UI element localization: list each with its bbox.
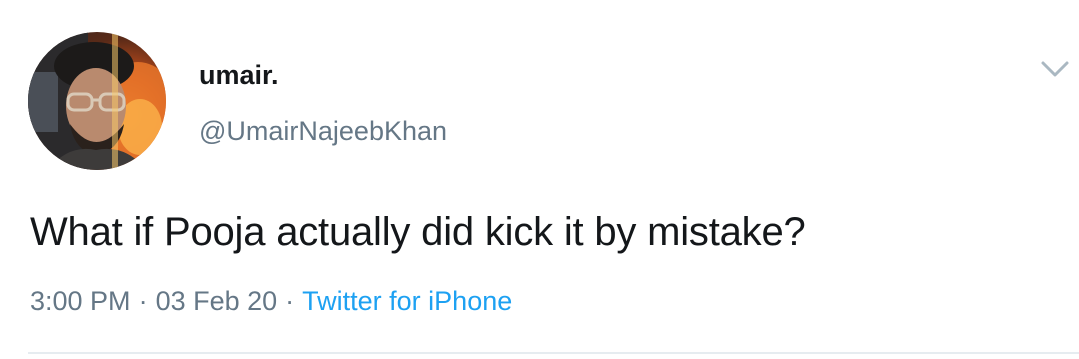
separator: · — [138, 286, 148, 316]
separator: · — [285, 286, 295, 316]
tweet-meta: 3:00 PM · 03 Feb 20 · Twitter for iPhone — [30, 286, 512, 317]
tweet-time: 3:00 PM — [30, 286, 131, 316]
tweet-card: umair. @UmairNajeebKhan What if Pooja ac… — [0, 0, 1079, 359]
profile-photo-icon — [28, 32, 166, 170]
tweet-source-link[interactable]: Twitter for iPhone — [302, 286, 512, 316]
divider — [28, 352, 1079, 354]
tweet-date: 03 Feb 20 — [155, 286, 278, 316]
tweet-text: What if Pooja actually did kick it by mi… — [30, 210, 806, 254]
avatar[interactable] — [28, 32, 166, 170]
user-handle[interactable]: @UmairNajeebKhan — [199, 116, 447, 147]
display-name[interactable]: umair. — [199, 60, 279, 91]
chevron-down-icon[interactable] — [1040, 58, 1070, 80]
